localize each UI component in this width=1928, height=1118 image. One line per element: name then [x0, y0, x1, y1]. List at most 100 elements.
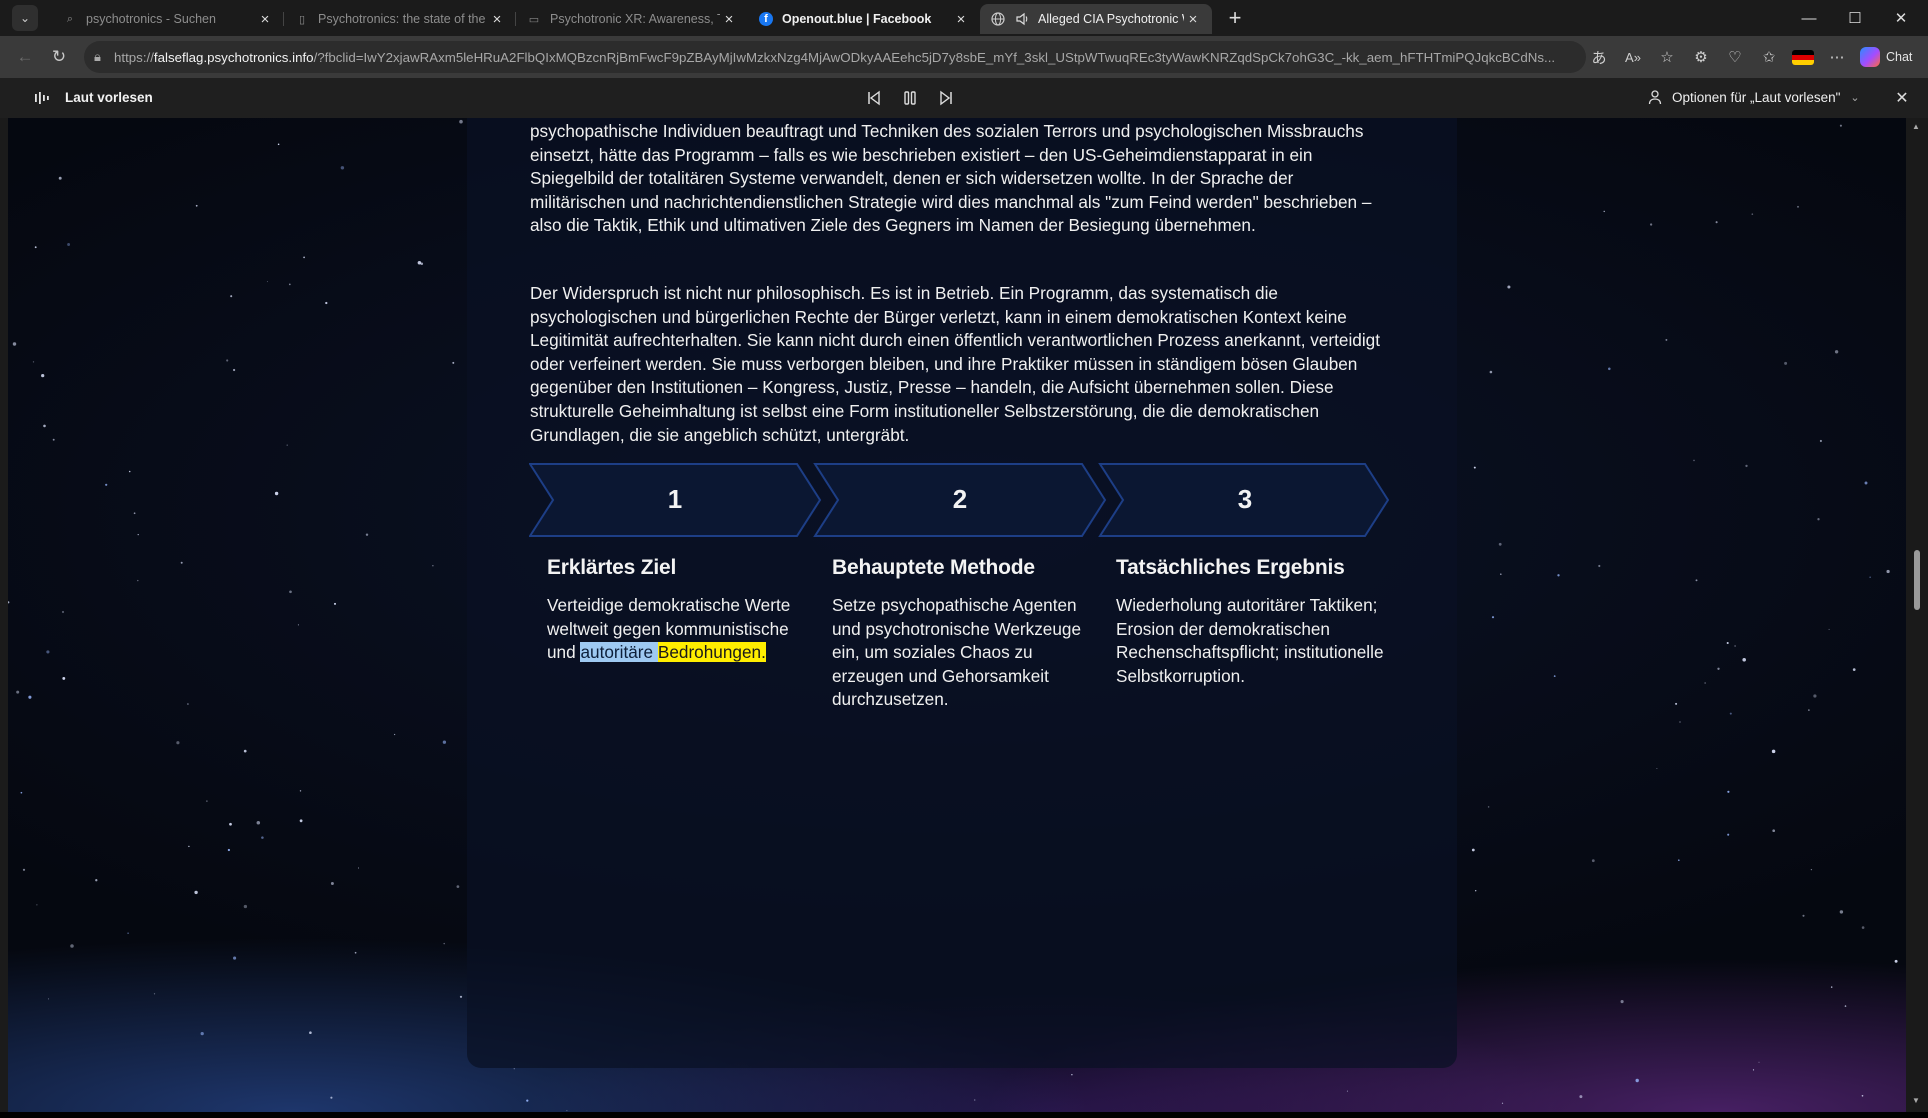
vertical-scrollbar[interactable]: ▲ ▼ — [1906, 118, 1928, 1112]
read-aloud-label: Laut vorlesen — [65, 90, 153, 105]
star — [229, 822, 232, 826]
star — [34, 246, 37, 249]
tab-close-icon[interactable]: × — [952, 11, 970, 28]
favorites-icon[interactable]: ✩ — [1752, 36, 1786, 78]
translate-icon[interactable]: あ — [1582, 36, 1616, 78]
star — [12, 342, 17, 346]
left-window-edge — [0, 118, 8, 1112]
star — [1695, 579, 1698, 582]
tab-close-icon[interactable]: × — [720, 11, 738, 28]
highlighted-sentence: autoritäre — [580, 642, 654, 663]
star — [526, 1099, 529, 1102]
star — [365, 533, 369, 536]
page-viewport: psychopathische Individuen beauftragt un… — [8, 118, 1906, 1112]
browser-essentials-icon[interactable]: ♡ — [1718, 36, 1752, 78]
tab-title: psychotronics - Suchen — [86, 12, 216, 26]
star — [566, 1110, 568, 1112]
step-text: Wiederholung autoritärer Taktiken; Erosi… — [1116, 595, 1384, 686]
url-text[interactable]: https://falseflag.psychotronics.info/?fb… — [114, 50, 1578, 65]
close-icon: ✕ — [1894, 10, 1908, 27]
more-menu-icon[interactable]: ⋯ — [1820, 36, 1854, 78]
star — [443, 942, 445, 945]
step-number: 1 — [667, 483, 683, 514]
star — [1635, 1078, 1639, 1083]
lock-icon[interactable]: 🔒︎ — [94, 49, 114, 65]
maximize-button[interactable]: ☐ — [1832, 0, 1878, 36]
tab-1[interactable]: ⌕ psychotronics - Suchen × — [52, 4, 284, 34]
minimize-button[interactable]: — — [1786, 0, 1832, 36]
star — [325, 301, 328, 305]
chevron-down-icon: ⌄ — [19, 11, 31, 25]
star — [186, 703, 189, 705]
facebook-icon: f — [758, 11, 774, 27]
speaker-icon[interactable] — [1014, 11, 1030, 27]
reload-button[interactable]: ↻ — [42, 40, 76, 74]
favorite-star-icon[interactable]: ☆ — [1650, 36, 1684, 78]
maximize-icon: ☐ — [1848, 10, 1862, 27]
tab-bar: ⌄ ⌕ psychotronics - Suchen × ▯ Psychotro… — [0, 0, 1928, 36]
star — [233, 956, 237, 960]
step-column-2: Behauptete Methode Setze psychopathische… — [832, 556, 1102, 712]
read-aloud-icon[interactable]: A» — [1616, 36, 1650, 78]
star — [1473, 466, 1476, 469]
star — [1886, 569, 1890, 574]
scroll-up-icon[interactable]: ▲ — [1912, 122, 1920, 131]
star — [1797, 205, 1799, 208]
star — [226, 359, 229, 362]
next-button[interactable] — [928, 86, 964, 110]
pause-button[interactable] — [892, 86, 928, 110]
tab-close-icon[interactable]: × — [488, 11, 506, 28]
star — [137, 579, 139, 582]
chat-label: Chat — [1886, 50, 1913, 64]
back-button[interactable]: ← — [8, 40, 42, 74]
close-read-aloud-button[interactable]: ✕ — [1890, 86, 1914, 110]
close-window-button[interactable]: ✕ — [1878, 0, 1924, 36]
tab-3[interactable]: ▭ Psychotronic XR: Awareness, Truth × — [516, 4, 748, 34]
tab-4[interactable]: f Openout.blue | Facebook × — [748, 4, 980, 34]
tab-2[interactable]: ▯ Psychotronics: the state of the art × — [284, 4, 516, 34]
skip-previous-icon — [868, 90, 880, 106]
step-column-1: Erklärtes Ziel Verteidige demokratische … — [547, 556, 817, 665]
copilot-icon — [1860, 47, 1880, 67]
star — [1802, 914, 1805, 917]
tab-title: Alleged CIA Psychotronic War — [1038, 12, 1184, 26]
extensions-icon[interactable]: ⚙ — [1684, 36, 1718, 78]
star — [41, 373, 45, 378]
star — [1715, 221, 1718, 224]
new-tab-button[interactable]: + — [1222, 5, 1248, 31]
star — [230, 295, 233, 298]
star — [1734, 645, 1736, 647]
tab-5-active[interactable]: Alleged CIA Psychotronic War × — [980, 4, 1212, 34]
previous-button[interactable] — [856, 86, 892, 110]
scrollbar-thumb[interactable] — [1914, 550, 1920, 610]
step-heading: Tatsächliches Ergebnis — [1116, 556, 1345, 579]
star — [1498, 542, 1502, 546]
address-bar[interactable]: 🔒︎ https://falseflag.psychotronics.info/… — [84, 41, 1586, 73]
star — [1894, 959, 1898, 963]
pause-icon — [904, 91, 916, 105]
star — [1487, 806, 1490, 808]
star — [1839, 910, 1844, 914]
star — [194, 890, 198, 895]
star — [1598, 564, 1601, 568]
profile-flag-icon[interactable] — [1786, 36, 1820, 78]
tab-actions-button[interactable]: ⌄ — [12, 5, 38, 31]
star — [1656, 767, 1658, 770]
star — [1579, 1095, 1583, 1099]
star — [1471, 848, 1475, 852]
scroll-down-icon[interactable]: ▼ — [1912, 1096, 1920, 1105]
tab-close-icon[interactable]: × — [256, 11, 274, 28]
star — [1501, 1102, 1504, 1104]
star — [46, 650, 50, 654]
tab-close-icon[interactable]: × — [1184, 11, 1202, 28]
copilot-chat-button[interactable]: Chat — [1860, 47, 1912, 67]
tab-title: Psychotronic XR: Awareness, Truth — [550, 12, 720, 26]
voice-person-icon — [1648, 90, 1662, 105]
star — [1727, 790, 1730, 793]
toolbar: あ A» ☆ ⚙ ♡ ✩ ⋯ Chat — [1582, 36, 1912, 78]
step-column-3: Tatsächliches Ergebnis Wiederholung auto… — [1116, 556, 1386, 688]
read-aloud-options-button[interactable]: Optionen für „Laut vorlesen" ⌄ — [1648, 89, 1860, 105]
star — [1752, 1069, 1755, 1071]
star — [1346, 1090, 1348, 1092]
star — [1591, 859, 1595, 863]
